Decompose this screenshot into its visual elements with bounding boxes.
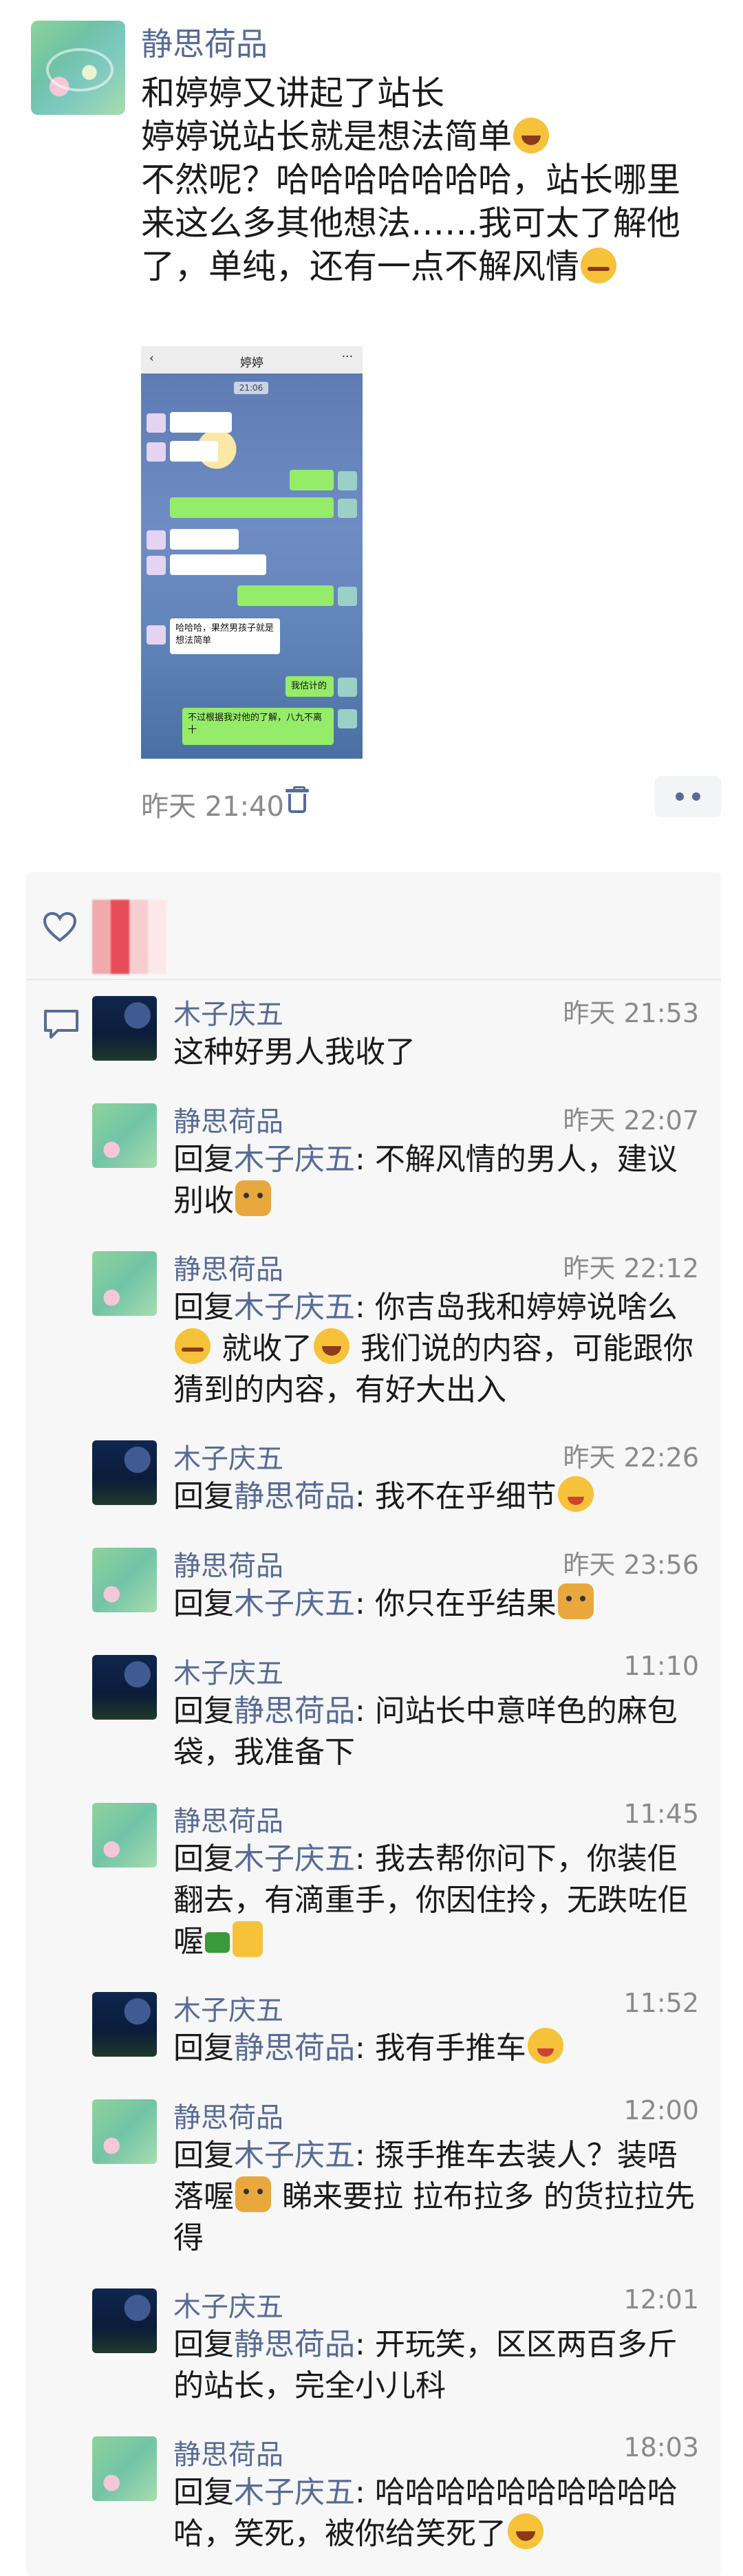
author-name[interactable]: 静思荷品 <box>141 19 268 65</box>
blurred-bubble <box>290 470 334 490</box>
comment-time: 11:10 <box>623 1651 699 1681</box>
avatar[interactable] <box>92 1655 157 1720</box>
likes-comments-panel: 木子庆五 昨天 21:53 这种好男人我收了 静思荷品 昨天 22:07 回复木… <box>26 872 721 2576</box>
avatar <box>147 413 166 433</box>
comment-text: 回复静思荷品: 开玩笑，区区两百多斤的站长，完全小儿科 <box>173 2327 678 2403</box>
divider <box>26 979 721 980</box>
avatar <box>338 587 357 606</box>
doge-emoji-icon <box>235 1180 271 1216</box>
comment-time: 11:52 <box>623 1988 699 2018</box>
more-icon: ··· <box>341 350 353 364</box>
money-emoji-icon <box>205 1932 230 1953</box>
comment-text: 回复静思荷品: 我有手推车 <box>173 2028 703 2069</box>
screenshot-title: 婷婷 <box>240 356 263 370</box>
heart-icon <box>43 911 77 942</box>
comment-text: 这种好男人我收了 <box>173 1035 416 1070</box>
drool-emoji-icon <box>557 1476 594 1512</box>
comment-text: 回复静思荷品: 问站长中意咩色的麻包袋，我准备下 <box>173 1693 678 1770</box>
liker-avatar[interactable] <box>92 900 166 974</box>
screenshot-titlebar: ‹ 婷婷 ··· <box>141 346 363 374</box>
commenter-name[interactable]: 静思荷品 <box>173 1544 283 1583</box>
screenshot-time: 21:06 <box>234 382 268 394</box>
comment-time: 昨天 23:56 <box>563 1550 699 1580</box>
commenter-name[interactable]: 静思荷品 <box>173 2095 283 2135</box>
avatar[interactable] <box>92 1548 157 1612</box>
avatar[interactable] <box>92 1440 157 1505</box>
commenter-name[interactable]: 静思荷品 <box>173 2432 283 2472</box>
avatar <box>338 471 357 490</box>
avatar <box>338 499 357 518</box>
comment-text: 回复木子庆五: 我去帮你问下，你装佢翻去，有滴重手，你因住拎，无跌咗佢喔 <box>173 1841 688 1959</box>
doge-emoji-icon <box>557 1583 594 1619</box>
comment-time: 12:01 <box>623 2284 699 2315</box>
commenter-name[interactable]: 静思荷品 <box>173 1799 283 1839</box>
blurred-bubble <box>237 585 334 606</box>
chat-bubble-text: 哈哈哈，果然男孩子就是想法简单 <box>175 623 274 646</box>
avatar[interactable] <box>92 1803 157 1868</box>
more-actions-button[interactable] <box>655 776 721 817</box>
commenter-name[interactable]: 木子庆五 <box>173 1436 283 1476</box>
delete-icon[interactable] <box>286 786 309 814</box>
avatar[interactable] <box>92 2288 157 2353</box>
comment-time: 12:00 <box>623 2095 699 2125</box>
chat-bubble-text: 我估计的 <box>291 681 327 691</box>
avatar <box>147 556 166 575</box>
avatar[interactable] <box>92 1251 157 1316</box>
thumbs-up-emoji-icon <box>233 1921 263 1957</box>
chat-bubble-text: 不过根据我对他的了解，八九不离十 <box>188 713 323 735</box>
blurred-bubble <box>170 441 218 462</box>
laugh-cry-emoji-icon <box>314 1328 349 1364</box>
comment-text: 回复木子庆五: 不解风情的男人，建议别收 <box>173 1142 678 1218</box>
comment-time: 昨天 22:26 <box>563 1442 699 1473</box>
comment-text: 回复木子庆五: 你吉岛我和婷婷说啥么 就收了 我们说的内容，可能跟你猜到的内容，… <box>173 1290 693 1407</box>
avatar[interactable] <box>92 2099 157 2164</box>
commenter-name[interactable]: 木子庆五 <box>173 2284 283 2324</box>
avatar <box>338 678 357 697</box>
post-text: 和婷婷又讲起了站长 婷婷说站长就是想法简单 不然呢？哈哈哈哈哈哈哈，站长哪里 来… <box>141 74 681 286</box>
avatar[interactable] <box>92 1103 157 1168</box>
commenter-name[interactable]: 木子庆五 <box>173 992 283 1032</box>
comment-time: 昨天 22:07 <box>563 1105 699 1136</box>
laugh-cry-emoji-icon <box>581 248 617 283</box>
comment-time: 11:45 <box>623 1799 699 1829</box>
commenter-name[interactable]: 静思荷品 <box>173 1247 283 1287</box>
avatar <box>338 709 357 728</box>
drool-emoji-icon <box>527 2028 563 2064</box>
comment-time: 昨天 21:53 <box>563 998 699 1028</box>
blurred-bubble <box>170 554 266 575</box>
commenter-name[interactable]: 木子庆五 <box>173 1651 283 1691</box>
avatar <box>147 442 166 462</box>
blurred-bubble <box>170 529 239 550</box>
avatar[interactable] <box>92 1992 157 2057</box>
post-image-chat-screenshot[interactable]: ‹ 婷婷 ··· 21:06 哈哈哈，果然男孩子就是想法简单 我估计的 不过根据… <box>141 346 363 759</box>
avatar[interactable] <box>92 996 157 1061</box>
author-avatar[interactable] <box>31 21 125 115</box>
face-palm-emoji-icon <box>175 1328 211 1364</box>
comment-icon <box>44 1010 78 1039</box>
comment-text: 回复木子庆五: 揼手推车去装人？装唔落喔 睇来要拉 拉布拉多 的货拉拉先得 <box>173 2138 695 2255</box>
comment-text: 回复木子庆五: 哈哈哈哈哈哈哈哈哈哈哈，笑死，被你给笑死了 <box>173 2475 678 2551</box>
comment-text: 回复木子庆五: 你只在乎结果 <box>173 1583 703 1625</box>
avatar <box>147 625 166 645</box>
avatar <box>147 530 166 550</box>
post-time: 昨天 21:40 <box>141 791 284 823</box>
comment-text: 回复静思荷品: 我不在乎细节 <box>173 1476 703 1517</box>
laugh-cry-emoji-icon <box>513 118 550 153</box>
avatar[interactable] <box>92 2436 157 2501</box>
comment-time: 18:03 <box>623 2432 699 2463</box>
doge-emoji-icon <box>235 2176 271 2212</box>
blurred-bubble <box>170 497 334 518</box>
blurred-bubble <box>170 412 232 433</box>
laugh-cry-emoji-icon <box>508 2513 543 2549</box>
comment-time: 昨天 22:12 <box>563 1253 699 1284</box>
commenter-name[interactable]: 静思荷品 <box>173 1099 283 1139</box>
commenter-name[interactable]: 木子庆五 <box>173 1988 283 2028</box>
